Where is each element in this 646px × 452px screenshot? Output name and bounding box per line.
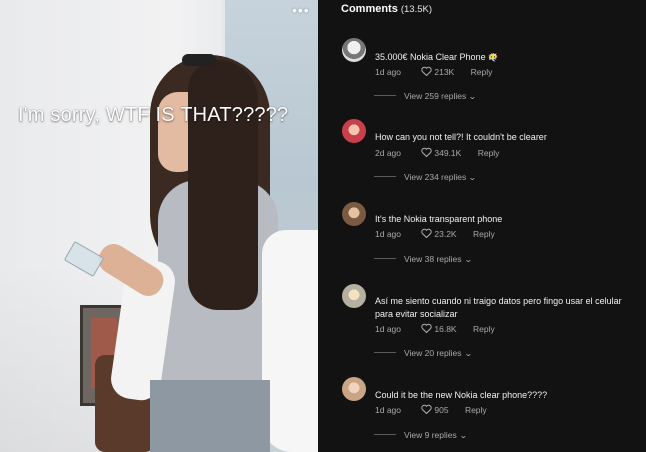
reply-button[interactable]: Reply bbox=[465, 405, 487, 415]
comment-meta: 1d ago 16.8K Reply bbox=[375, 323, 495, 334]
divider bbox=[374, 176, 396, 177]
comment-time: 1d ago bbox=[375, 229, 401, 239]
comment-text: How can you not tell?! It couldn't be cl… bbox=[375, 132, 547, 142]
comment-meta: 2d ago 349.1K Reply bbox=[375, 147, 499, 158]
reply-button[interactable]: Reply bbox=[471, 67, 493, 77]
divider bbox=[374, 434, 396, 435]
heart-icon[interactable] bbox=[421, 66, 432, 76]
avatar[interactable] bbox=[342, 38, 366, 62]
like-count: 16.8K bbox=[434, 324, 457, 334]
comment-text: Could it be the new Nokia clear phone???… bbox=[375, 390, 548, 400]
divider bbox=[374, 352, 396, 353]
comments-count: (13.5K) bbox=[400, 4, 432, 15]
divider bbox=[374, 258, 396, 259]
video-caption-overlay: I'm sorry, WTF IS THAT????? bbox=[18, 104, 289, 126]
avatar[interactable] bbox=[342, 377, 366, 401]
view-replies-button[interactable]: View 20 replies ⌄ bbox=[374, 348, 473, 358]
avatar[interactable] bbox=[342, 119, 366, 143]
chevron-down-icon: ⌄ bbox=[463, 255, 473, 264]
comments-title: Comments bbox=[341, 3, 398, 15]
view-replies-label: View 9 replies bbox=[404, 430, 457, 440]
comments-panel: Comments (13.5K) 35.000€ Nokia Clear Phon… bbox=[318, 0, 646, 452]
view-replies-button[interactable]: View 234 replies ⌄ bbox=[374, 172, 477, 182]
view-replies-label: View 38 replies bbox=[404, 254, 462, 264]
heart-icon[interactable] bbox=[421, 228, 432, 238]
comment-meta: 1d ago 213K Reply bbox=[375, 66, 492, 77]
heart-icon[interactable] bbox=[421, 404, 432, 414]
comment-time: 1d ago bbox=[375, 324, 401, 334]
heart-icon[interactable] bbox=[421, 323, 432, 333]
comment-text: It's the Nokia transparent phone bbox=[375, 214, 503, 224]
view-replies-button[interactable]: View 38 replies ⌄ bbox=[374, 254, 473, 264]
view-replies-button[interactable]: View 9 replies ⌄ bbox=[374, 430, 468, 440]
video-player[interactable]: I'm sorry, WTF IS THAT????? ••• bbox=[0, 0, 318, 452]
chevron-down-icon: ⌄ bbox=[468, 92, 477, 101]
chevron-down-icon: ⌄ bbox=[463, 349, 473, 358]
person-shirt-right bbox=[262, 230, 318, 452]
comment-text: Así me siento cuando ni traigo datos per… bbox=[375, 296, 622, 319]
sunglasses bbox=[182, 54, 216, 66]
view-replies-button[interactable]: View 259 replies ⌄ bbox=[374, 91, 477, 101]
like-count: 905 bbox=[434, 405, 449, 415]
divider bbox=[374, 95, 396, 96]
comment-time: 1d ago bbox=[375, 405, 401, 415]
reply-button[interactable]: Reply bbox=[473, 324, 495, 334]
person-hair-front bbox=[188, 60, 258, 310]
reply-button[interactable]: Reply bbox=[473, 229, 495, 239]
comment-time: 1d ago bbox=[375, 67, 401, 77]
chevron-down-icon: ⌄ bbox=[458, 431, 468, 440]
screen: I'm sorry, WTF IS THAT????? ••• Comments… bbox=[0, 0, 646, 452]
view-replies-label: View 234 replies bbox=[404, 172, 467, 182]
reply-button[interactable]: Reply bbox=[478, 148, 500, 158]
like-count: 23.2K bbox=[434, 229, 457, 239]
view-replies-label: View 259 replies bbox=[404, 91, 467, 101]
avatar[interactable] bbox=[342, 202, 366, 226]
comment-meta: 1d ago 23.2K Reply bbox=[375, 228, 495, 239]
heart-icon[interactable] bbox=[421, 147, 432, 157]
emoji-icon: 😶‍🌫️ bbox=[488, 53, 499, 62]
view-replies-label: View 20 replies bbox=[404, 348, 462, 358]
like-count: 349.1K bbox=[434, 148, 462, 158]
comment-time: 2d ago bbox=[375, 148, 401, 158]
chevron-down-icon: ⌄ bbox=[468, 173, 477, 182]
comment-text: 35.000€ Nokia Clear Phone 😶‍🌫️ bbox=[375, 52, 499, 62]
avatar[interactable] bbox=[342, 284, 366, 308]
person-jeans bbox=[150, 380, 270, 452]
like-count: 213K bbox=[434, 67, 455, 77]
more-dots-icon[interactable]: ••• bbox=[292, 2, 310, 18]
comment-meta: 1d ago 905 Reply bbox=[375, 404, 487, 415]
comments-header: Comments (13.5K) bbox=[341, 3, 432, 15]
